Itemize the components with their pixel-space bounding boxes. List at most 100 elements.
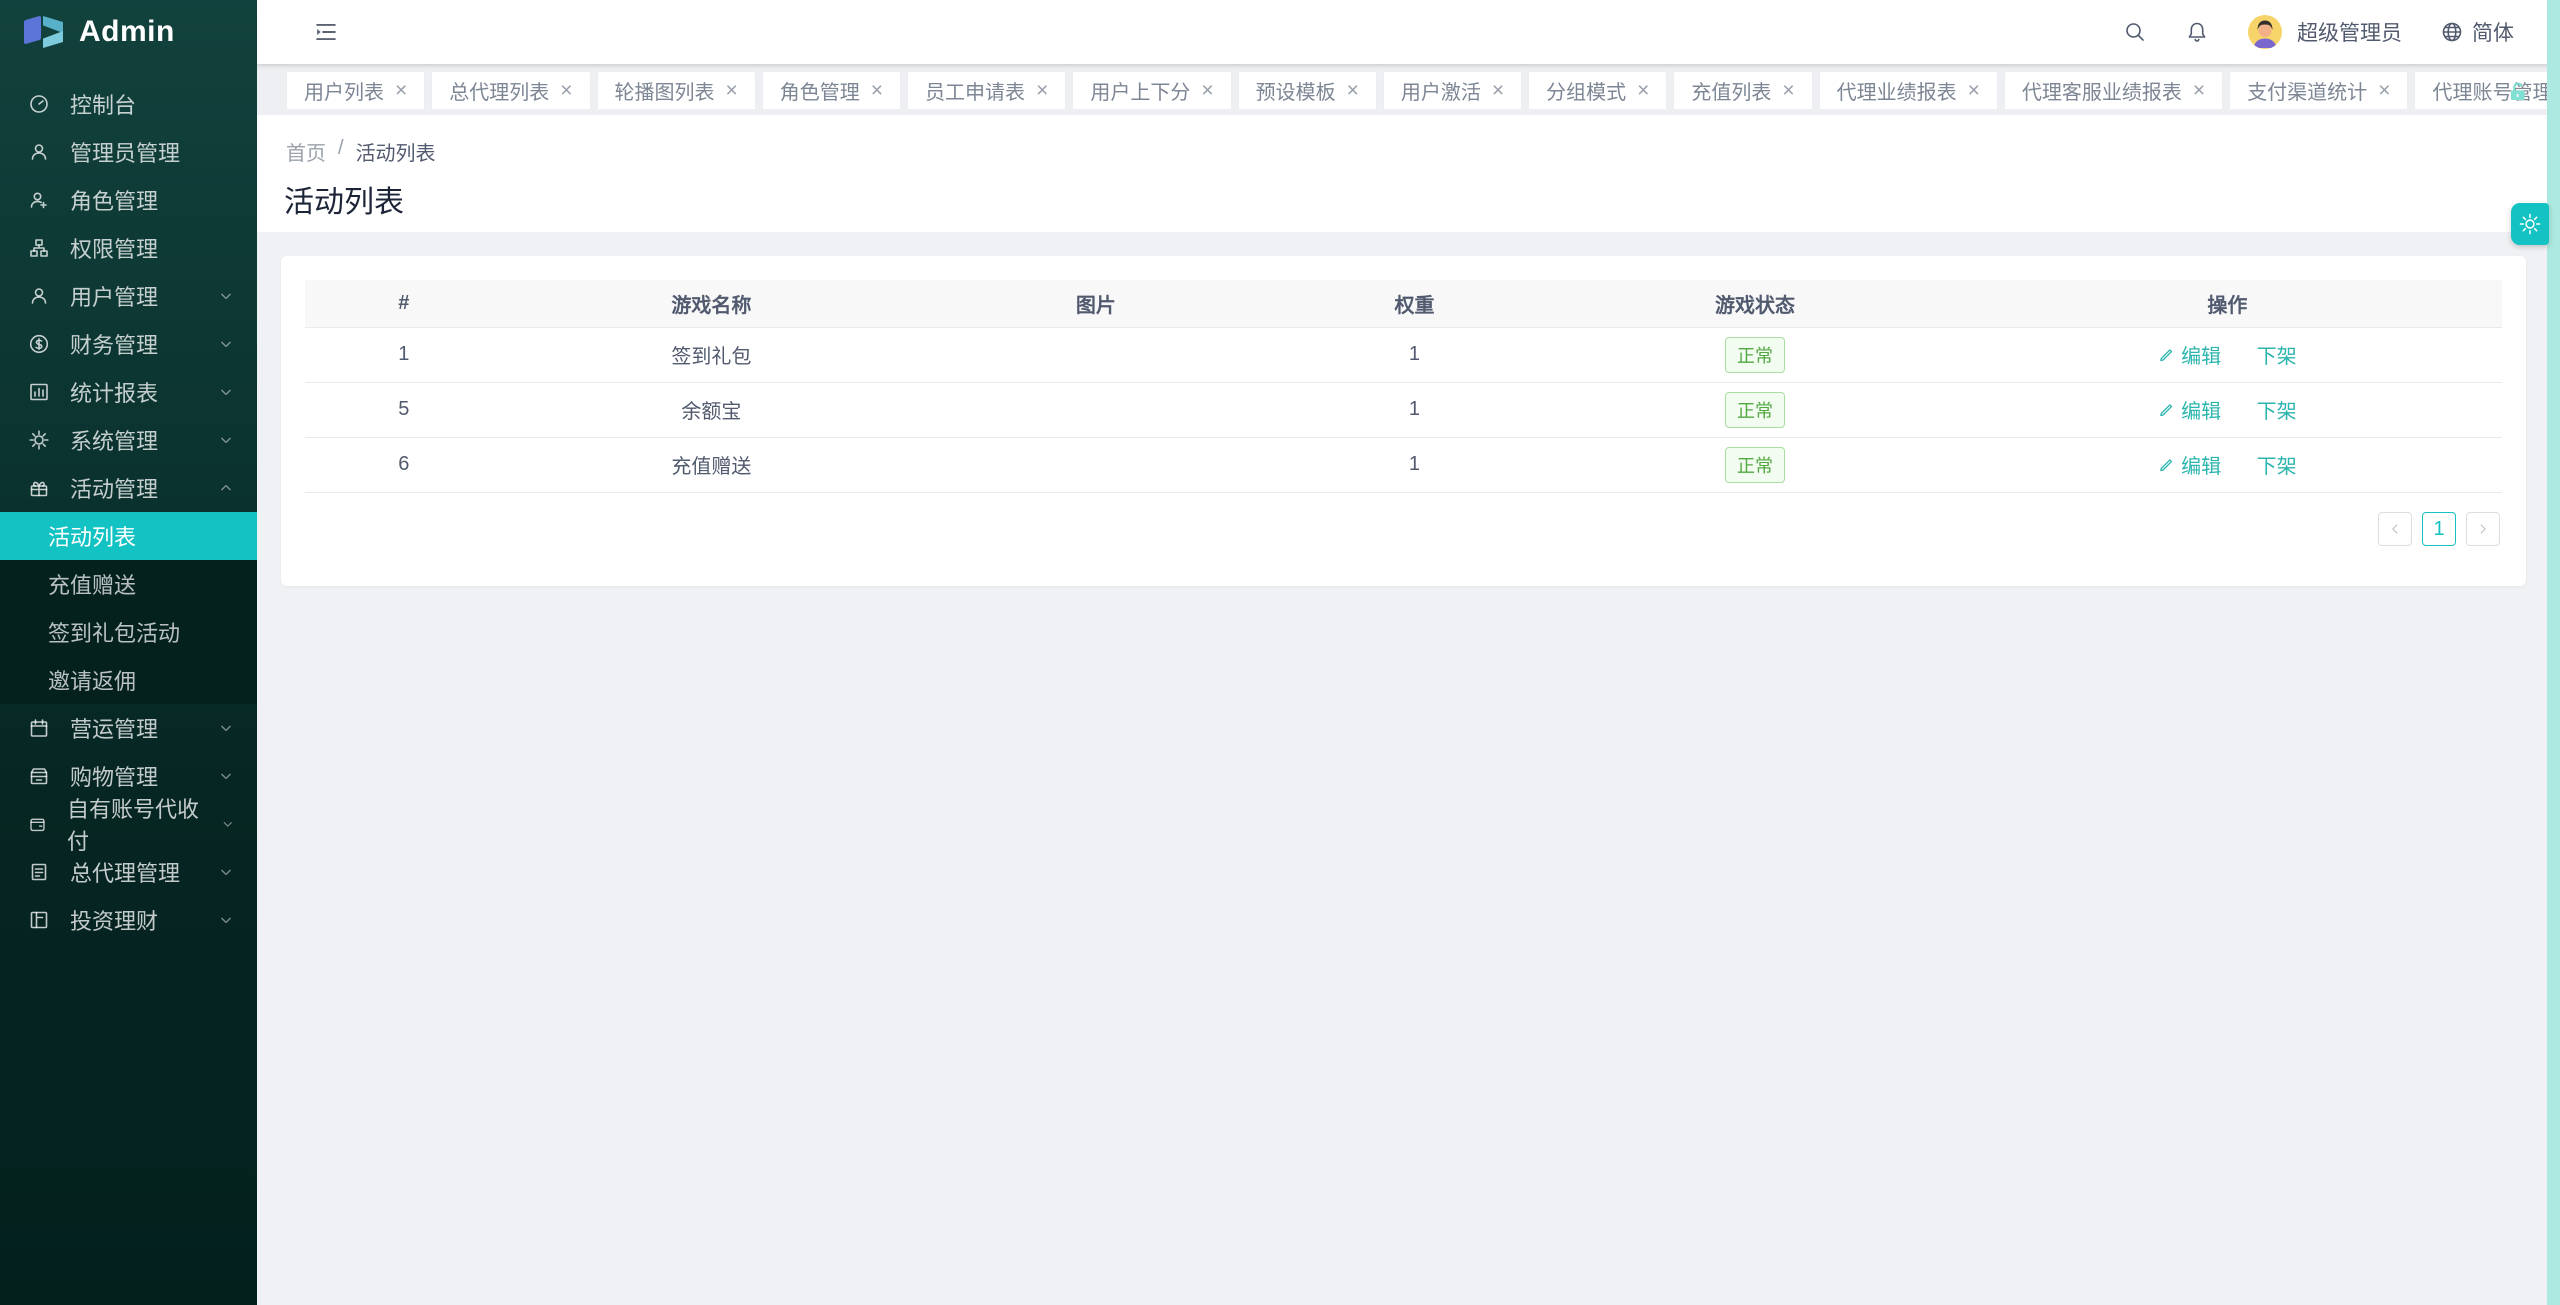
close-icon[interactable]: ×: [560, 80, 572, 101]
tab-preset-template[interactable]: 预设模板×: [1238, 71, 1377, 109]
next-page-button[interactable]: [2466, 512, 2500, 546]
sidebar-item-own-account-payment[interactable]: 自有账号代收付: [0, 800, 257, 848]
close-icon[interactable]: ×: [395, 80, 407, 101]
sidebar-item-activity-list[interactable]: 活动列表: [0, 512, 257, 560]
close-icon[interactable]: ×: [1968, 80, 1980, 101]
tab-recharge-list[interactable]: 充值列表×: [1673, 71, 1812, 109]
breadcrumb-home[interactable]: 首页: [286, 137, 326, 166]
sitemap-icon: [28, 237, 50, 259]
gear-icon: [28, 429, 50, 451]
offline-button[interactable]: 下架: [2257, 340, 2297, 369]
chevron-down-icon: [217, 767, 235, 785]
search-icon[interactable]: [2123, 20, 2147, 44]
pencil-icon: [2158, 455, 2176, 473]
sidebar-item-admin-management[interactable]: 管理员管理: [0, 128, 257, 176]
edit-button[interactable]: 编辑: [2158, 450, 2221, 479]
sidebar-item-label: 自有账号代收付: [67, 792, 200, 856]
tab-carousel-list[interactable]: 轮播图列表×: [597, 71, 756, 109]
sidebar-item-label: 营运管理: [70, 712, 158, 744]
sidebar-item-invite-rebate[interactable]: 邀请返佣: [0, 656, 257, 704]
tab-agent-cs-performance-report[interactable]: 代理客服业绩报表×: [2004, 71, 2223, 109]
sidebar-item-role-management[interactable]: 角色管理: [0, 176, 257, 224]
activity-table-card: # 游戏名称 图片 权重 游戏状态 操作 1 签到礼包 1 正常 编辑: [281, 256, 2526, 586]
sidebar-item-recharge-gift[interactable]: 充值赠送: [0, 560, 257, 608]
tab-role-management[interactable]: 角色管理×: [762, 71, 901, 109]
edit-button[interactable]: 编辑: [2158, 395, 2221, 424]
sidebar-item-stats-report[interactable]: 统计报表: [0, 368, 257, 416]
tab-label: 支付渠道统计: [2247, 76, 2367, 105]
close-icon[interactable]: ×: [1637, 80, 1649, 101]
app-logo[interactable]: Admin: [0, 0, 257, 64]
top-header: 超级管理员 简体: [257, 0, 2560, 64]
sidebar-item-label: 角色管理: [70, 184, 158, 216]
tab-label: 代理账号管理: [2432, 76, 2552, 105]
close-icon[interactable]: ×: [726, 80, 738, 101]
sidebar-item-permission-management[interactable]: 权限管理: [0, 224, 257, 272]
user-menu[interactable]: 超级管理员: [2247, 14, 2402, 50]
tab-general-agent-list[interactable]: 总代理列表 ×: [431, 71, 590, 109]
sidebar-item-label: 权限管理: [70, 232, 158, 264]
table-row: 5 余额宝 1 正常 编辑 下架: [305, 382, 2502, 437]
close-icon[interactable]: ×: [1201, 80, 1213, 101]
cell-id: 6: [305, 437, 503, 492]
open-tabs-bar: 用户列表× 总代理列表× 轮播图列表× 角色管理× 员工申请表× 用户上下分× …: [257, 64, 2560, 115]
close-icon[interactable]: ×: [2193, 80, 2205, 101]
cell-name: 签到礼包: [503, 327, 920, 382]
tab-agent-account-management[interactable]: 代理账号管理×: [2414, 71, 2560, 109]
page-number-button[interactable]: 1: [2422, 512, 2456, 546]
close-icon[interactable]: ×: [1782, 80, 1794, 101]
close-icon[interactable]: ×: [2378, 80, 2390, 101]
sidebar-item-label: 财务管理: [70, 328, 158, 360]
tab-label: 总代理列表: [449, 76, 549, 105]
tab-user-list[interactable]: 用户列表×: [286, 71, 425, 109]
close-icon[interactable]: ×: [1347, 80, 1359, 101]
col-weight: 权重: [1272, 280, 1558, 327]
tab-employee-application[interactable]: 员工申请表×: [907, 71, 1066, 109]
tab-user-activation[interactable]: 用户激活×: [1383, 71, 1522, 109]
edit-button[interactable]: 编辑: [2158, 340, 2221, 369]
page-title: 活动列表: [284, 177, 404, 221]
cell-image: [920, 382, 1272, 437]
close-icon[interactable]: ×: [1492, 80, 1504, 101]
sidebar-item-label: 购物管理: [70, 760, 158, 792]
col-actions: 操作: [1953, 280, 2502, 327]
tab-label: 代理业绩报表: [1837, 76, 1957, 105]
close-icon[interactable]: ×: [871, 80, 883, 101]
avatar: [2247, 14, 2283, 50]
sidebar-item-operation-management[interactable]: 营运管理: [0, 704, 257, 752]
chart-icon: [28, 381, 50, 403]
offline-button[interactable]: 下架: [2257, 450, 2297, 479]
sidebar-item-user-management[interactable]: 用户管理: [0, 272, 257, 320]
sidebar-item-signin-gift-activity[interactable]: 签到礼包活动: [0, 608, 257, 656]
lock-tabs-icon[interactable]: [2506, 80, 2530, 104]
sidebar-item-system-management[interactable]: 系统管理: [0, 416, 257, 464]
sidebar-item-finance-management[interactable]: 财务管理: [0, 320, 257, 368]
user-icon: [28, 141, 50, 163]
status-badge: 正常: [1725, 337, 1785, 373]
tab-group-mode[interactable]: 分组模式×: [1528, 71, 1667, 109]
notification-bell-icon[interactable]: [2185, 20, 2209, 44]
cell-name: 余额宝: [503, 382, 920, 437]
offline-button[interactable]: 下架: [2257, 395, 2297, 424]
language-switcher[interactable]: 简体: [2440, 17, 2514, 47]
user-name: 超级管理员: [2297, 17, 2402, 47]
settings-drawer-button[interactable]: [2511, 203, 2549, 245]
sidebar-item-console[interactable]: 控制台: [0, 80, 257, 128]
table-header-row: # 游戏名称 图片 权重 游戏状态 操作: [305, 280, 2502, 327]
cell-id: 1: [305, 327, 503, 382]
pencil-icon: [2158, 345, 2176, 363]
chevron-down-icon: [217, 383, 235, 401]
tab-agent-performance-report[interactable]: 代理业绩报表 ×: [1819, 71, 1998, 109]
sidebar-item-activity-management[interactable]: 活动管理: [0, 464, 257, 512]
app-logo-icon: [24, 14, 66, 50]
collapse-menu-icon[interactable]: [313, 19, 339, 45]
tab-payment-channel-stats[interactable]: 支付渠道统计 ×: [2229, 71, 2408, 109]
col-image: 图片: [920, 280, 1272, 327]
tab-user-updown[interactable]: 用户上下分 ×: [1072, 71, 1231, 109]
tab-label: 用户上下分: [1090, 76, 1190, 105]
globe-icon: [2440, 20, 2464, 44]
close-icon[interactable]: ×: [1036, 80, 1048, 101]
sidebar-item-general-agent-management[interactable]: 总代理管理: [0, 848, 257, 896]
prev-page-button[interactable]: [2378, 512, 2412, 546]
sidebar-item-investment[interactable]: 投资理财: [0, 896, 257, 944]
